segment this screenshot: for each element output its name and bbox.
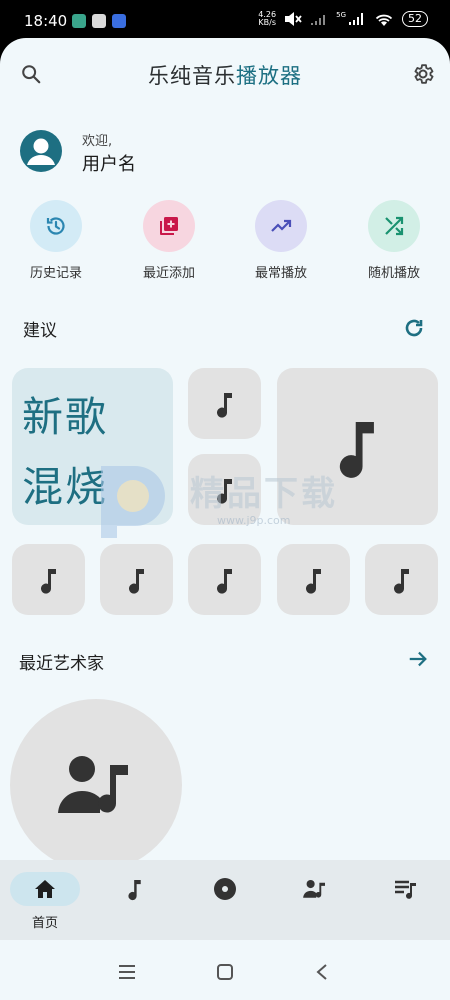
history-icon [46, 217, 65, 235]
song-tile-large[interactable] [277, 368, 438, 525]
system-navigation-bar [0, 940, 450, 1000]
mix-tile[interactable]: 新歌 混烧 [12, 368, 173, 525]
see-all-artists-button[interactable] [400, 641, 436, 677]
quick-action-history[interactable]: 历史记录 [11, 200, 101, 281]
notification-icon [92, 14, 106, 28]
song-tile[interactable] [12, 544, 85, 615]
settings-button[interactable] [405, 56, 441, 92]
gear-icon [414, 64, 434, 84]
arrow-forward-icon [409, 651, 427, 667]
quick-action-label: 最常播放 [254, 266, 307, 281]
quick-action-circle[interactable] [30, 200, 82, 252]
song-tile[interactable] [188, 454, 261, 525]
quick-action-label: 历史记录 [29, 266, 82, 281]
nav-pill[interactable] [100, 872, 170, 906]
artist-icon [58, 756, 128, 813]
square-icon [217, 964, 233, 980]
system-menu-button[interactable] [113, 958, 141, 986]
nav-item-artists[interactable] [270, 860, 360, 940]
music-note-icon [128, 880, 141, 901]
nav-pill[interactable] [190, 872, 260, 906]
music-note-icon [40, 568, 56, 594]
nav-pill[interactable] [280, 872, 350, 906]
library-add-icon [160, 217, 178, 235]
song-tile[interactable] [188, 368, 261, 439]
music-note-icon [216, 392, 232, 418]
net-speed: 4.26 KB/s [258, 10, 277, 27]
user-greeting[interactable]: 欢迎, 用户名 [20, 130, 320, 175]
person-icon [27, 138, 55, 165]
shuffle-icon [385, 216, 404, 236]
song-tile[interactable] [365, 544, 438, 615]
music-note-icon [339, 421, 374, 478]
notification-icon [72, 14, 86, 28]
mute-icon [285, 12, 302, 26]
section-title-recent-artists: 最近艺术家 [19, 654, 104, 674]
music-note-icon [216, 478, 232, 504]
artist-icon [303, 879, 325, 898]
nav-pill[interactable] [10, 872, 80, 906]
top-app-bar: 乐纯音乐播放器 [0, 38, 450, 110]
system-back-button[interactable] [308, 958, 336, 986]
song-tile[interactable] [188, 544, 261, 615]
nav-item-home[interactable]: 首页 [0, 860, 90, 940]
album-icon [214, 878, 236, 900]
welcome-text: 欢迎, [82, 134, 113, 149]
quick-action-shuffle[interactable]: 随机播放 [349, 200, 439, 281]
song-tile[interactable] [277, 544, 350, 615]
music-note-icon [128, 568, 144, 594]
mix-title-line: 新歌 [22, 393, 108, 441]
notification-icon [112, 14, 126, 28]
status-bar: 18:40 4.26 KB/s 5G 52 [0, 0, 450, 42]
quick-action-label: 随机播放 [367, 266, 420, 281]
signal-icon [311, 15, 326, 25]
avatar[interactable] [20, 130, 62, 172]
trending-up-icon [271, 219, 292, 232]
network-type: 5G [336, 11, 346, 19]
refresh-button[interactable] [396, 310, 432, 346]
nav-item-playlists[interactable] [360, 860, 450, 940]
quick-action-circle[interactable] [368, 200, 420, 252]
playlist-icon [395, 880, 416, 899]
app-screen: 乐纯音乐播放器 欢迎, 用户名 历史记录 最近添加 最常播放 随机播放 建议 新… [0, 38, 450, 860]
user-name: 用户名 [82, 154, 136, 175]
nav-item-songs[interactable] [90, 860, 180, 940]
quick-action-circle[interactable] [143, 200, 195, 252]
quick-action-most-played[interactable]: 最常播放 [236, 200, 326, 281]
mix-title-line: 混烧 [22, 463, 108, 511]
quick-action-recently-added[interactable]: 最近添加 [124, 200, 214, 281]
music-note-icon [305, 568, 321, 594]
app-title: 乐纯音乐播放器 [148, 64, 302, 88]
wifi-icon [375, 14, 393, 26]
quick-action-circle[interactable] [255, 200, 307, 252]
nav-item-albums[interactable] [180, 860, 270, 940]
back-icon [316, 964, 327, 980]
bottom-navigation: 首页 [0, 860, 450, 940]
menu-icon [119, 965, 135, 979]
nav-pill[interactable] [370, 872, 440, 906]
music-note-icon [216, 568, 232, 594]
status-time: 18:40 [24, 12, 68, 30]
section-title-suggestions: 建议 [23, 321, 57, 341]
battery-indicator: 52 [402, 11, 428, 27]
home-icon [35, 880, 55, 898]
refresh-icon [405, 319, 423, 337]
quick-action-label: 最近添加 [142, 266, 195, 281]
signal-strength-icon [349, 13, 363, 25]
nav-label: 首页 [31, 916, 58, 931]
music-note-icon [393, 568, 409, 594]
artist-card[interactable] [10, 699, 182, 860]
song-tile[interactable] [100, 544, 173, 615]
system-home-button[interactable] [211, 958, 239, 986]
